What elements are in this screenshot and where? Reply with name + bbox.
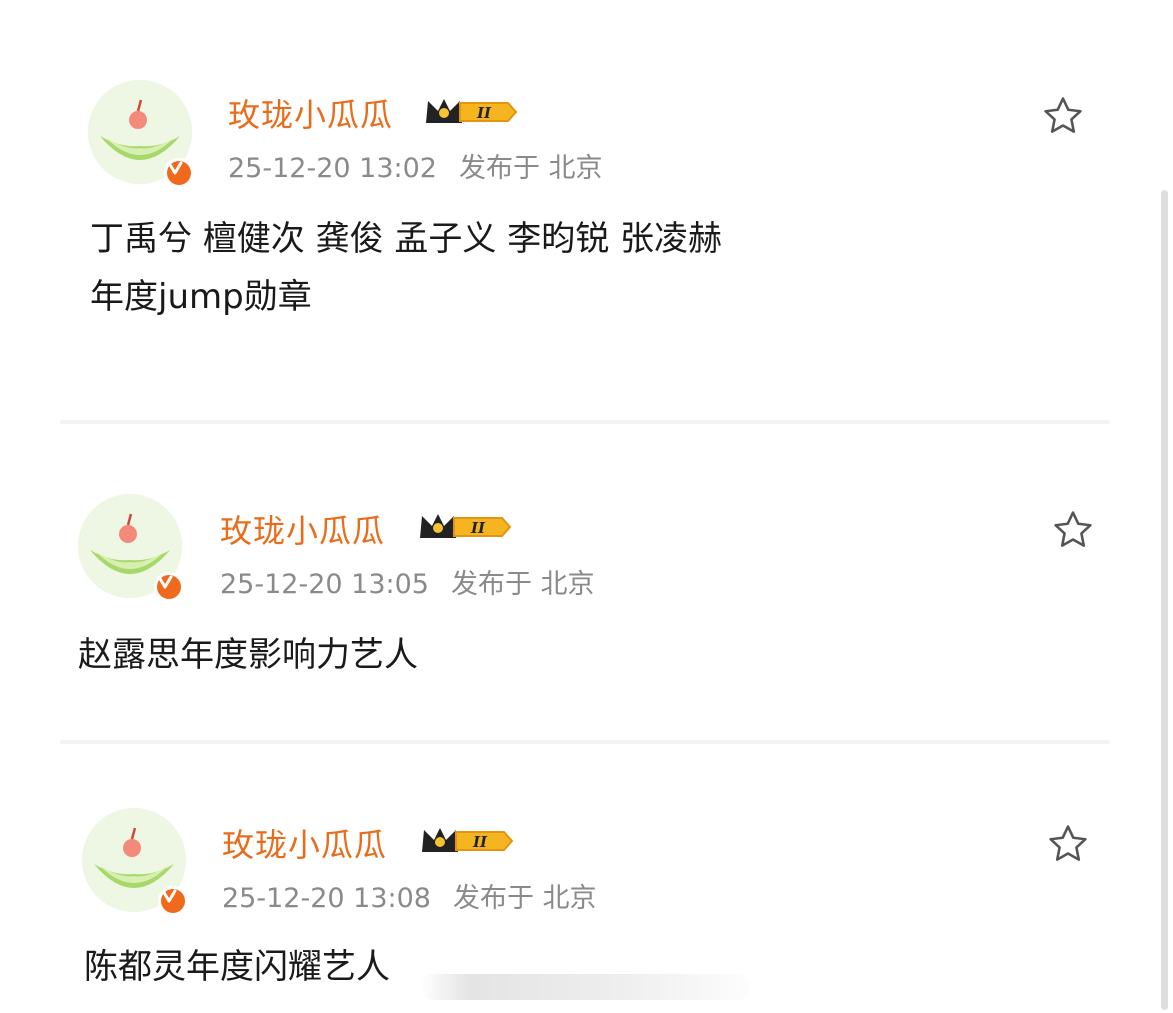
level-badge-text: II bbox=[470, 519, 486, 537]
level-crown-badge: II bbox=[418, 510, 514, 548]
level-crown-badge: II bbox=[420, 824, 516, 862]
post-location: 发布于 北京 bbox=[450, 569, 595, 600]
post-content: 赵露思年度影响力艺人 bbox=[78, 626, 418, 684]
verified-v-icon bbox=[154, 572, 184, 602]
avatar[interactable] bbox=[82, 808, 188, 916]
star-outline-icon[interactable] bbox=[1046, 822, 1090, 866]
post-meta: 25-12-20 13:05 发布于 北京 bbox=[220, 562, 595, 601]
post-time: 25-12-20 13:08 bbox=[222, 883, 431, 914]
verified-v-icon bbox=[158, 886, 188, 916]
avatar[interactable] bbox=[78, 494, 184, 602]
divider bbox=[60, 740, 1110, 744]
divider bbox=[60, 420, 1110, 424]
level-badge-text: II bbox=[472, 833, 488, 851]
scrollbar[interactable] bbox=[1161, 190, 1168, 1010]
username[interactable]: 玫珑小瓜瓜 bbox=[220, 506, 385, 552]
content-line: 陈都灵年度闪耀艺人 bbox=[84, 947, 390, 987]
post-meta: 25-12-20 13:08 发布于 北京 bbox=[222, 876, 597, 915]
username[interactable]: 玫珑小瓜瓜 bbox=[222, 820, 387, 866]
post-card: 玫珑小瓜瓜 II 25-12-20 13:08 发布于 北京 陈都灵年度闪耀艺人 bbox=[0, 0, 1173, 1000]
post-location: 发布于 北京 bbox=[452, 883, 597, 914]
post-content: 陈都灵年度闪耀艺人 bbox=[84, 938, 390, 996]
star-outline-icon[interactable] bbox=[1051, 508, 1095, 552]
blurred-overlay bbox=[420, 974, 750, 1000]
post-time: 25-12-20 13:05 bbox=[220, 569, 429, 600]
content-line: 赵露思年度影响力艺人 bbox=[78, 635, 418, 675]
